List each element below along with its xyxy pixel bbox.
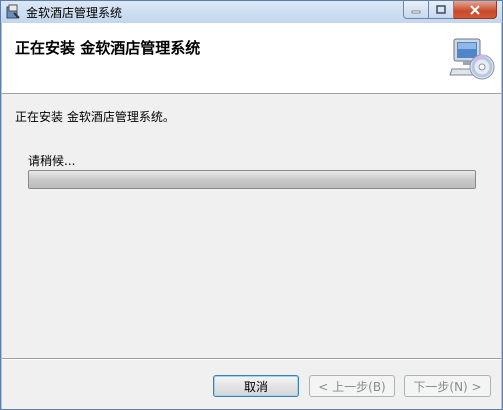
banner-title: 正在安装 金软酒店管理系统 — [15, 39, 201, 57]
title-bar[interactable]: 金软酒店管理系统 — [1, 1, 502, 23]
minimize-icon — [411, 10, 421, 13]
minimize-button[interactable] — [403, 1, 429, 19]
cancel-button[interactable]: 取消 — [213, 375, 299, 397]
please-wait-label: 请稍候... — [28, 154, 76, 168]
maximize-button[interactable] — [429, 1, 454, 19]
next-button[interactable]: 下一步(N) > — [404, 375, 491, 397]
progress-fill — [29, 171, 475, 188]
installer-window: 金软酒店管理系统 正在安装 金软酒店管理系统 正在安装 金软酒店管理系统。 请稍… — [0, 0, 503, 410]
installer-app-icon — [5, 4, 21, 20]
back-button[interactable]: < 上一步(B) — [309, 375, 395, 397]
install-status-text: 正在安装 金软酒店管理系统。 — [15, 110, 175, 124]
maximize-icon — [436, 5, 446, 14]
footer-divider — [2, 358, 501, 360]
header-banner: 正在安装 金软酒店管理系统 — [2, 23, 501, 94]
close-icon — [470, 4, 480, 15]
install-progress-bar — [28, 170, 476, 189]
caption-buttons — [403, 1, 497, 19]
window-title: 金软酒店管理系统 — [26, 6, 123, 20]
computer-cd-icon — [448, 37, 496, 83]
client-area: 正在安装 金软酒店管理系统 正在安装 金软酒店管理系统。 请稍候... 取消 <… — [2, 23, 501, 409]
close-button[interactable] — [454, 1, 497, 19]
